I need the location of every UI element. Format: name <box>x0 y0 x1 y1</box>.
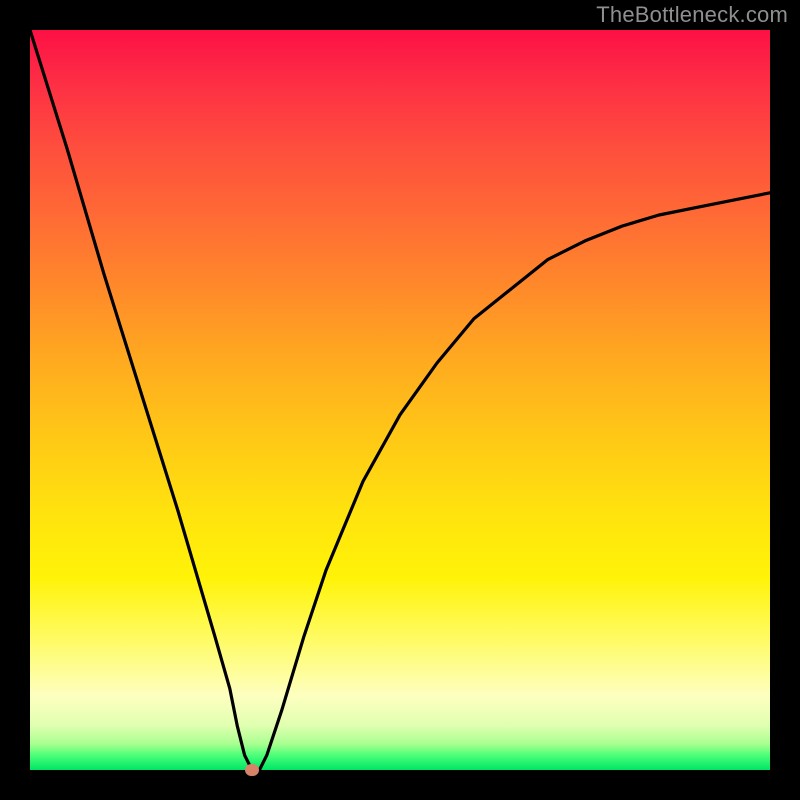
bottleneck-curve <box>30 30 770 770</box>
optimal-point-marker <box>245 764 259 776</box>
watermark-label: TheBottleneck.com <box>596 2 788 28</box>
curve-path <box>30 30 770 770</box>
chart-frame: TheBottleneck.com <box>0 0 800 800</box>
plot-area <box>30 30 770 770</box>
